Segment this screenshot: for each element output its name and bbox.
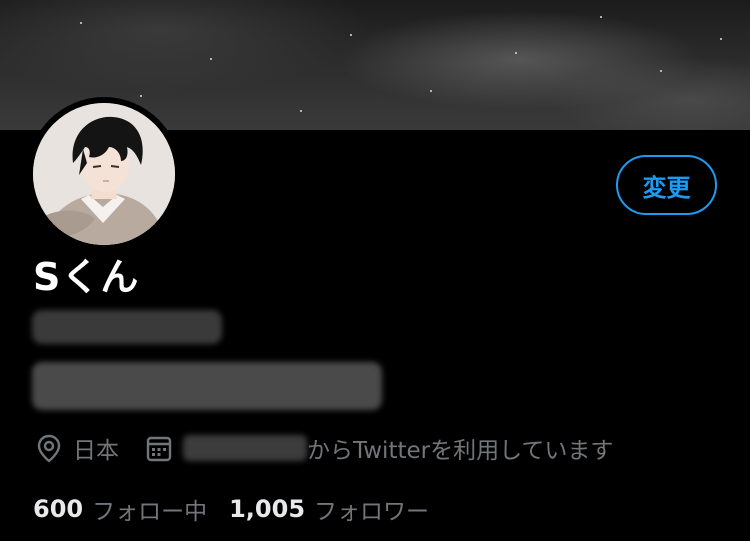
calendar-icon	[145, 433, 173, 463]
banner-star	[720, 38, 722, 40]
banner-star	[140, 95, 142, 97]
joined-text: からTwitterを利用しています	[307, 438, 614, 464]
avatar-image	[33, 103, 175, 245]
follow-stats: 600 フォロー中 1,005 フォロワー	[33, 490, 429, 528]
redacted-join-date	[183, 435, 307, 461]
banner-star	[660, 70, 662, 72]
followers-label: フォロワー	[314, 499, 430, 525]
banner-star	[600, 16, 602, 18]
redacted-bio	[32, 362, 382, 410]
banner-star	[350, 34, 352, 36]
profile-meta: 日本 からTwitterを利用しています	[35, 430, 613, 466]
banner-star	[515, 52, 517, 54]
following-label: フォロー中	[92, 499, 208, 525]
location-pin-icon	[35, 433, 63, 463]
banner-star	[430, 90, 432, 92]
banner-star	[210, 58, 212, 60]
following-link[interactable]: 600 フォロー中	[33, 492, 207, 526]
profile-page: 変更 Sくん 日本 からTwitterを利用しています 600 フォロー中 1,…	[0, 0, 750, 541]
avatar[interactable]	[27, 97, 181, 251]
followers-count: 1,005	[229, 495, 306, 523]
edit-profile-button[interactable]: 変更	[616, 155, 717, 215]
banner-star	[80, 22, 82, 24]
location-text: 日本	[73, 438, 119, 464]
redacted-handle	[32, 310, 222, 344]
banner-star	[300, 110, 302, 112]
display-name: Sくん	[33, 255, 140, 299]
following-count: 600	[33, 495, 84, 523]
followers-link[interactable]: 1,005 フォロワー	[229, 492, 429, 526]
